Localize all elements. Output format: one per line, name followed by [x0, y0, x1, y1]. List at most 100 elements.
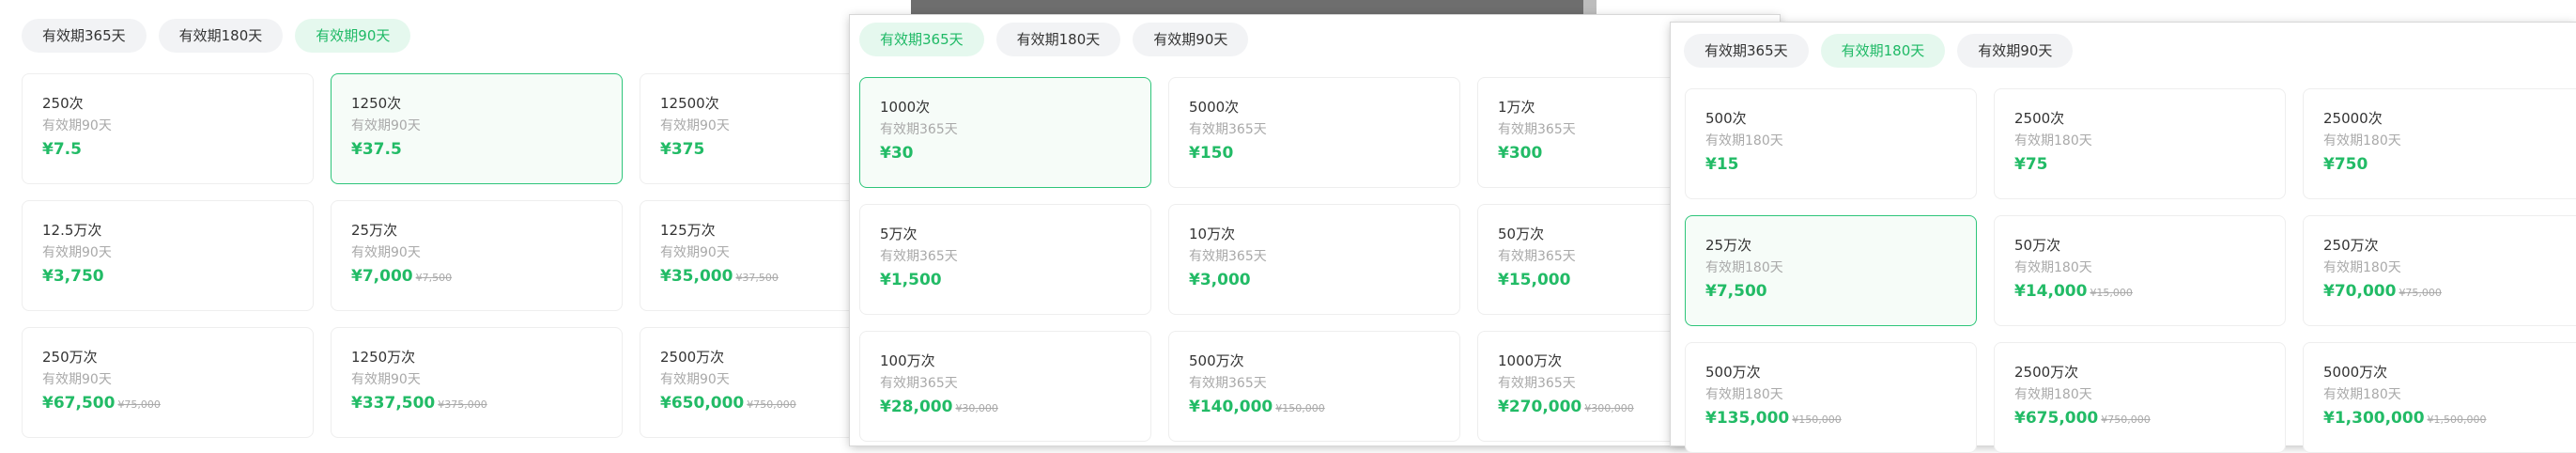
package-original-price: ¥300,000: [1584, 402, 1634, 414]
tab-90-days[interactable]: 有效期90天: [295, 19, 411, 53]
package-count: 5000万次: [2323, 364, 2388, 381]
package-original-price: ¥750,000: [747, 398, 796, 411]
package-price: ¥15,000: [1498, 271, 1571, 289]
package-count: 250万次: [2323, 237, 2379, 254]
package-grid: 1000次 有效期365天 ¥30 5000次 有效期365天 ¥150 1万次…: [859, 77, 1769, 442]
package-price: ¥337,500: [351, 394, 436, 413]
package-price: ¥7.5: [42, 140, 82, 159]
package-card[interactable]: 1000次 有效期365天 ¥30: [859, 77, 1151, 188]
tab-365-days[interactable]: 有效期365天: [1684, 34, 1809, 68]
package-original-price: ¥150,000: [1275, 402, 1325, 414]
package-panel-90: 有效期365天 有效期180天 有效期90天 250次 有效期90天 ¥7.5 …: [0, 0, 932, 445]
package-card[interactable]: 5000次 有效期365天 ¥150: [1168, 77, 1460, 188]
validity-tabs: 有效期365天 有效期180天 有效期90天: [859, 23, 1249, 56]
package-price: ¥15: [1705, 155, 1739, 174]
package-card[interactable]: 500万次 有效期365天 ¥140,000 ¥150,000: [1168, 331, 1460, 442]
package-validity: 有效期365天: [880, 249, 958, 264]
package-count: 10万次: [1189, 226, 1236, 242]
package-price: ¥650,000: [660, 394, 745, 413]
tab-90-days[interactable]: 有效期90天: [1133, 23, 1249, 56]
package-card[interactable]: 25万次 有效期90天 ¥7,000 ¥7,500: [331, 200, 623, 311]
package-price: ¥75: [2014, 155, 2048, 174]
package-card[interactable]: 25000次 有效期180天 ¥750: [2303, 88, 2576, 199]
package-panel-180: 有效期365天 有效期180天 有效期90天 500次 有效期180天 ¥15 …: [1671, 23, 2576, 453]
package-validity: 有效期180天: [2323, 133, 2401, 148]
package-price: ¥1,500: [880, 271, 942, 289]
package-count: 500次: [1705, 110, 1747, 127]
package-card[interactable]: 1250次 有效期90天 ¥37.5: [331, 73, 623, 184]
package-validity: 有效期180天: [2323, 387, 2401, 402]
package-original-price: ¥15,000: [2090, 287, 2133, 299]
package-card[interactable]: 10万次 有效期365天 ¥3,000: [1168, 204, 1460, 315]
package-count: 2500次: [2014, 110, 2065, 127]
package-original-price: ¥375,000: [438, 398, 487, 411]
package-validity: 有效期180天: [2014, 260, 2092, 275]
tab-180-days[interactable]: 有效期180天: [995, 23, 1121, 56]
package-validity: 有效期365天: [880, 122, 958, 137]
package-price: ¥7,500: [1705, 282, 1767, 301]
package-count: 25万次: [351, 222, 398, 239]
package-card[interactable]: 500万次 有效期180天 ¥135,000 ¥150,000: [1685, 342, 1977, 453]
package-count: 50万次: [2014, 237, 2061, 254]
package-card[interactable]: 5000万次 有效期180天 ¥1,300,000 ¥1,500,000: [2303, 342, 2576, 453]
package-original-price: ¥75,000: [117, 398, 161, 411]
package-card[interactable]: 250万次 有效期180天 ¥70,000 ¥75,000: [2303, 215, 2576, 326]
package-price: ¥375: [660, 140, 705, 159]
package-count: 100万次: [880, 352, 935, 369]
package-original-price: ¥1,500,000: [2427, 414, 2487, 426]
package-card[interactable]: 2500次 有效期180天 ¥75: [1994, 88, 2286, 199]
package-count: 250次: [42, 95, 84, 112]
package-original-price: ¥75,000: [2399, 287, 2442, 299]
package-price: ¥28,000: [880, 398, 953, 416]
package-card[interactable]: 1250万次 有效期90天 ¥337,500 ¥375,000: [331, 327, 623, 438]
package-price: ¥70,000: [2323, 282, 2397, 301]
package-count: 5万次: [880, 226, 918, 242]
package-count: 500万次: [1189, 352, 1244, 369]
tab-180-days[interactable]: 有效期180天: [158, 19, 284, 53]
package-price: ¥37.5: [351, 140, 402, 159]
package-original-price: ¥37,500: [735, 272, 779, 284]
package-validity: 有效期365天: [1189, 249, 1267, 264]
package-grid: 500次 有效期180天 ¥15 2500次 有效期180天 ¥75 25000…: [1685, 88, 2576, 453]
package-count: 12.5万次: [42, 222, 102, 239]
package-price: ¥675,000: [2014, 409, 2099, 428]
package-card[interactable]: 500次 有效期180天 ¥15: [1685, 88, 1977, 199]
package-validity: 有效期90天: [42, 118, 112, 133]
package-card[interactable]: 250万次 有效期90天 ¥67,500 ¥75,000: [22, 327, 314, 438]
package-count: 250万次: [42, 349, 98, 366]
package-validity: 有效期365天: [1189, 376, 1267, 391]
package-count: 500万次: [1705, 364, 1761, 381]
tab-365-days[interactable]: 有效期365天: [22, 19, 147, 53]
package-validity: 有效期90天: [351, 118, 421, 133]
package-validity: 有效期365天: [880, 376, 958, 391]
package-validity: 有效期180天: [1705, 260, 1783, 275]
package-original-price: ¥750,000: [2101, 414, 2151, 426]
package-count: 25万次: [1705, 237, 1752, 254]
package-validity: 有效期90天: [42, 245, 112, 260]
package-validity: 有效期90天: [351, 372, 421, 387]
package-count: 1250次: [351, 95, 402, 112]
package-price: ¥35,000: [660, 267, 733, 286]
validity-tabs: 有效期365天 有效期180天 有效期90天: [1684, 34, 2074, 68]
package-card[interactable]: 2500万次 有效期180天 ¥675,000 ¥750,000: [1994, 342, 2286, 453]
tab-90-days[interactable]: 有效期90天: [1957, 34, 2074, 68]
tab-180-days[interactable]: 有效期180天: [1820, 34, 1946, 68]
package-validity: 有效期180天: [2014, 387, 2092, 402]
package-price: ¥150: [1189, 144, 1234, 163]
package-card[interactable]: 50万次 有效期180天 ¥14,000 ¥15,000: [1994, 215, 2286, 326]
package-price: ¥67,500: [42, 394, 116, 413]
package-card[interactable]: 250次 有效期90天 ¥7.5: [22, 73, 314, 184]
package-price: ¥300: [1498, 144, 1543, 163]
package-card[interactable]: 12.5万次 有效期90天 ¥3,750: [22, 200, 314, 311]
package-validity: 有效期180天: [1705, 133, 1783, 148]
package-validity: 有效期180天: [1705, 387, 1783, 402]
package-grid: 250次 有效期90天 ¥7.5 1250次 有效期90天 ¥37.5 1250…: [22, 73, 932, 438]
tab-365-days[interactable]: 有效期365天: [859, 23, 984, 56]
package-original-price: ¥150,000: [1792, 414, 1842, 426]
package-card[interactable]: 100万次 有效期365天 ¥28,000 ¥30,000: [859, 331, 1151, 442]
package-card[interactable]: 5万次 有效期365天 ¥1,500: [859, 204, 1151, 315]
package-validity: 有效期90天: [42, 372, 112, 387]
package-price: ¥3,000: [1189, 271, 1251, 289]
package-card[interactable]: 25万次 有效期180天 ¥7,500: [1685, 215, 1977, 326]
package-original-price: ¥30,000: [955, 402, 998, 414]
